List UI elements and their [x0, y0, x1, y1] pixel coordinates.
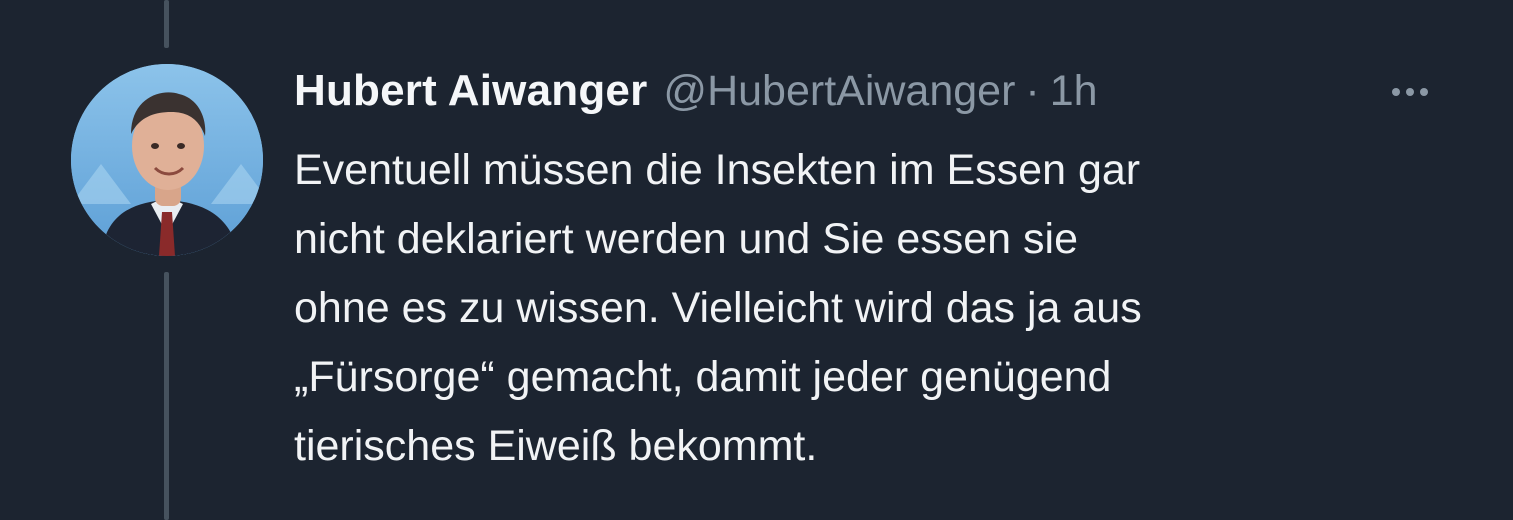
avatar[interactable] — [71, 64, 263, 256]
user-handle[interactable]: @HubertAiwanger — [663, 67, 1015, 116]
timestamp[interactable]: 1h — [1050, 67, 1098, 116]
more-dot — [1406, 88, 1414, 96]
tweet-text-line: nicht deklariert werden und Sie essen si… — [294, 215, 1078, 263]
avatar-image — [71, 64, 263, 256]
tweet-text-line: tierisches Eiweiß bekommt. — [294, 422, 818, 470]
tweet-text-line: ohne es zu wissen. Vielleicht wird das j… — [294, 284, 1142, 332]
tweet-text: Eventuell müssen die Insekten im Essen g… — [294, 136, 1434, 481]
tweet[interactable]: Hubert Aiwanger @HubertAiwanger · 1h Eve… — [0, 0, 1513, 520]
more-dot — [1420, 88, 1428, 96]
display-name[interactable]: Hubert Aiwanger — [294, 66, 647, 116]
thread-line-bottom — [164, 272, 169, 520]
tweet-header: Hubert Aiwanger @HubertAiwanger · 1h — [294, 66, 1098, 122]
tweet-text-line: „Fürsorge“ gemacht, damit jeder genügend — [294, 353, 1112, 401]
more-options-icon[interactable] — [1378, 74, 1442, 110]
more-dot — [1392, 88, 1400, 96]
separator-dot: · — [1025, 67, 1040, 115]
thread-line-top — [164, 0, 169, 48]
tweet-text-line: Eventuell müssen die Insekten im Essen g… — [294, 146, 1141, 194]
